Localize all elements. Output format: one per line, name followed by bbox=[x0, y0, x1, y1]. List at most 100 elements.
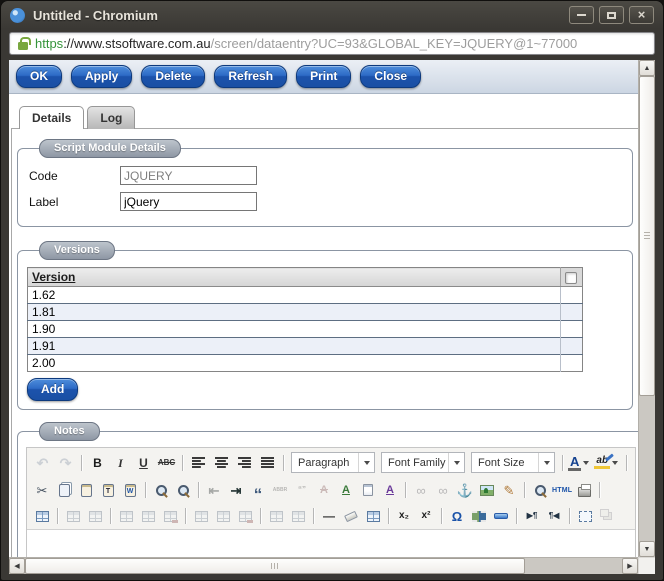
close-button[interactable]: Close bbox=[360, 65, 422, 88]
vertical-scrollbar[interactable]: ▲ ▼ bbox=[638, 60, 655, 557]
dropdown-arrow-icon[interactable] bbox=[448, 453, 464, 472]
code-input[interactable] bbox=[120, 166, 257, 185]
delete-button[interactable]: Delete bbox=[141, 65, 206, 88]
scroll-left-button[interactable]: ◀ bbox=[9, 558, 25, 574]
dropdown-arrow-icon[interactable] bbox=[583, 460, 590, 465]
text-color-icon: A bbox=[568, 453, 582, 471]
abbreviation-icon: ABBR bbox=[272, 486, 288, 493]
version-row[interactable]: 1.62 bbox=[27, 286, 583, 304]
highlight-button[interactable]: ab bbox=[594, 452, 621, 473]
horizontal-scrollbar[interactable]: ◀ ▶ bbox=[9, 557, 638, 574]
version-row[interactable]: 1.91 bbox=[27, 337, 583, 355]
inserted-text-button[interactable]: A bbox=[336, 481, 356, 500]
version-cell: 1.90 bbox=[27, 320, 561, 338]
minimize-button[interactable] bbox=[569, 6, 594, 24]
superscript-button[interactable]: x² bbox=[416, 507, 436, 526]
scroll-up-button[interactable]: ▲ bbox=[639, 60, 655, 76]
tab-log[interactable]: Log bbox=[87, 106, 136, 129]
indent-button[interactable]: ⇥ bbox=[226, 481, 246, 500]
visual-blocks-button[interactable] bbox=[575, 507, 595, 526]
scroll-down-button[interactable]: ▼ bbox=[639, 541, 655, 557]
insert-col-after-icon bbox=[216, 510, 230, 522]
underline-button[interactable]: U bbox=[133, 452, 154, 473]
row-properties-button bbox=[63, 507, 83, 526]
version-select-cell[interactable] bbox=[560, 303, 583, 321]
dropdown-arrow-icon[interactable] bbox=[358, 453, 374, 472]
align-center-button[interactable] bbox=[211, 452, 232, 473]
remove-format-button[interactable] bbox=[341, 507, 361, 526]
version-row[interactable]: 1.81 bbox=[27, 303, 583, 321]
paragraph-format-select[interactable]: Paragraph bbox=[291, 452, 375, 473]
version-row[interactable]: 2.00 bbox=[27, 354, 583, 372]
dropdown-arrow-icon[interactable] bbox=[538, 453, 554, 472]
version-select-cell[interactable] bbox=[560, 320, 583, 338]
outdent-icon: ⇤ bbox=[208, 482, 220, 498]
image-button[interactable] bbox=[477, 481, 497, 500]
version-select-cell[interactable] bbox=[560, 354, 583, 372]
find-button[interactable] bbox=[151, 481, 171, 500]
cut-button[interactable]: ✂ bbox=[32, 481, 52, 500]
print-doc-button[interactable] bbox=[574, 481, 594, 500]
vertical-scroll-thumb[interactable] bbox=[639, 76, 655, 396]
cleanup-button[interactable]: ✎ bbox=[499, 481, 519, 500]
select-all-checkbox[interactable] bbox=[565, 271, 577, 284]
char-style-button[interactable]: A bbox=[380, 481, 400, 500]
subscript-button[interactable]: x₂ bbox=[394, 507, 414, 526]
version-cell: 1.91 bbox=[27, 337, 561, 355]
paste-text-button[interactable] bbox=[98, 481, 118, 500]
version-select-cell[interactable] bbox=[560, 286, 583, 304]
address-bar[interactable]: https ://www.stsoftware.com.au /screen/d… bbox=[9, 32, 655, 55]
label-input[interactable] bbox=[120, 192, 257, 211]
bold-button[interactable]: B bbox=[87, 452, 108, 473]
preview-button[interactable] bbox=[530, 481, 550, 500]
horizontal-rule-button[interactable]: — bbox=[319, 507, 339, 526]
toggle-guidelines-button[interactable] bbox=[363, 507, 383, 526]
font-family-select[interactable]: Font Family bbox=[381, 452, 465, 473]
paste-button[interactable] bbox=[76, 481, 96, 500]
apply-button[interactable]: Apply bbox=[71, 65, 133, 88]
version-row[interactable]: 1.90 bbox=[27, 320, 583, 338]
dropdown-arrow-icon[interactable] bbox=[612, 460, 619, 465]
editor-content-area[interactable] bbox=[27, 529, 636, 557]
find-replace-button[interactable] bbox=[173, 481, 193, 500]
html-button[interactable]: HTML bbox=[552, 481, 572, 500]
insert-table-button[interactable] bbox=[32, 507, 52, 526]
advanced-hr-button[interactable] bbox=[491, 507, 511, 526]
copy-button[interactable] bbox=[54, 481, 74, 500]
quotation-icon: “” bbox=[298, 485, 306, 494]
maximize-button[interactable] bbox=[599, 6, 624, 24]
strikethrough-button[interactable]: ABC bbox=[156, 452, 177, 473]
paste-text-icon bbox=[102, 483, 114, 497]
close-window-button[interactable]: × bbox=[629, 6, 654, 24]
italic-button[interactable]: I bbox=[110, 452, 131, 473]
ok-button[interactable]: OK bbox=[16, 65, 62, 88]
insert-layer-icon bbox=[599, 509, 609, 517]
html-icon: HTML bbox=[552, 486, 573, 494]
media-button[interactable] bbox=[469, 507, 489, 526]
horizontal-scroll-thumb[interactable] bbox=[25, 558, 525, 574]
insert-row-before-icon bbox=[119, 510, 133, 522]
version-column-header[interactable]: Version bbox=[27, 267, 561, 287]
font-family-value: Font Family bbox=[388, 456, 446, 469]
special-character-button[interactable]: Ω bbox=[447, 507, 467, 526]
rtl-button[interactable]: ¶◀ bbox=[544, 507, 564, 526]
anchor-button[interactable]: ⚓ bbox=[455, 481, 475, 500]
blockquote-button[interactable]: “ bbox=[248, 481, 268, 503]
scroll-right-button[interactable]: ▶ bbox=[622, 558, 638, 574]
version-select-cell[interactable] bbox=[560, 337, 583, 355]
refresh-button[interactable]: Refresh bbox=[214, 65, 288, 88]
browser-window: Untitled - Chromium × https ://www.stsof… bbox=[0, 0, 664, 581]
redo-button: ↷ bbox=[55, 452, 76, 473]
print-button[interactable]: Print bbox=[296, 65, 352, 88]
ltr-button[interactable]: ▶¶ bbox=[522, 507, 542, 526]
align-justify-button[interactable] bbox=[257, 452, 278, 473]
toolbar-separator bbox=[110, 508, 111, 524]
font-size-select[interactable]: Font Size bbox=[471, 452, 555, 473]
align-left-button[interactable] bbox=[188, 452, 209, 473]
align-right-button[interactable] bbox=[234, 452, 255, 473]
text-color-button[interactable]: A bbox=[568, 452, 592, 473]
add-button[interactable]: Add bbox=[27, 378, 79, 401]
paste-word-button[interactable] bbox=[120, 481, 140, 500]
tab-details[interactable]: Details bbox=[19, 106, 85, 129]
attributes-button[interactable] bbox=[358, 481, 378, 500]
